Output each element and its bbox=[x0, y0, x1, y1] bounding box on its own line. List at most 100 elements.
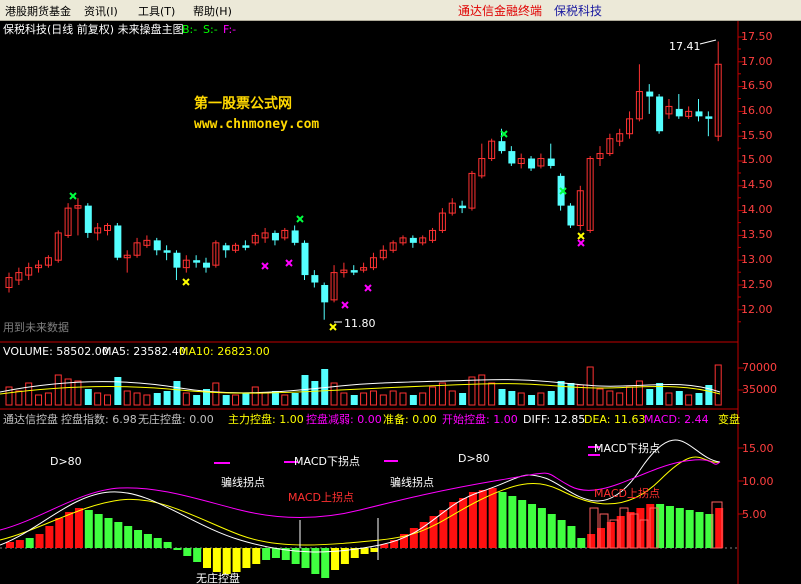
watermark-site-url: www.chnmoney.com bbox=[194, 117, 320, 132]
annotation-d80: D>80 bbox=[50, 455, 82, 468]
indicator-tick: 15.00 bbox=[742, 442, 774, 455]
volume-bar bbox=[557, 381, 565, 405]
macd-bar bbox=[271, 548, 280, 558]
macd-bar bbox=[203, 548, 211, 568]
volume-bar bbox=[606, 390, 614, 406]
macd-bar bbox=[35, 534, 44, 548]
volume-bar bbox=[232, 394, 240, 406]
volume-bar bbox=[35, 394, 43, 406]
candle-body bbox=[350, 270, 358, 273]
candle-body bbox=[153, 240, 161, 251]
macd-bar bbox=[429, 516, 438, 548]
volume-bar bbox=[448, 390, 456, 406]
indicator-tick: 5.00 bbox=[742, 508, 767, 521]
green-cross-marker bbox=[296, 215, 304, 223]
watermark-site-name: 第一股票公式网 bbox=[194, 96, 292, 112]
macd-bar bbox=[262, 548, 271, 560]
volume-bar bbox=[517, 392, 525, 406]
candle-body bbox=[203, 262, 210, 268]
macd-bar bbox=[74, 508, 83, 548]
macd-bar bbox=[547, 514, 556, 548]
macd-bar bbox=[163, 542, 172, 548]
volume-bar bbox=[626, 386, 634, 406]
volume-bar bbox=[616, 392, 624, 406]
macd-bar bbox=[143, 534, 152, 548]
candle-body bbox=[301, 242, 309, 276]
volume-bar bbox=[596, 388, 604, 406]
macd-bar bbox=[518, 500, 527, 548]
macd-bar bbox=[321, 548, 330, 578]
volume-bar bbox=[537, 392, 545, 406]
volume-bar bbox=[646, 389, 654, 405]
price-tick: 17.50 bbox=[741, 30, 773, 43]
indicator-macd: MACD: 2.44 bbox=[644, 413, 709, 426]
volume-bar bbox=[635, 380, 643, 406]
volume-bar bbox=[281, 394, 289, 406]
annotation-false-turn: 骗线拐点 bbox=[390, 476, 434, 489]
volume-label: VOLUME: 58502.00 bbox=[3, 345, 109, 358]
annotation-d80: D>80 bbox=[458, 452, 490, 465]
candle-body bbox=[498, 141, 506, 152]
candle-body bbox=[311, 275, 319, 283]
macd-bar bbox=[124, 526, 133, 548]
volume-bar bbox=[498, 389, 506, 405]
macd-bar bbox=[25, 538, 34, 548]
indicator-main-control: 主力控盘: 1.00 bbox=[228, 413, 304, 426]
price-tick: 15.00 bbox=[741, 153, 773, 166]
candle-body bbox=[695, 111, 703, 117]
price-tick: 13.50 bbox=[741, 228, 773, 241]
macd-bar bbox=[84, 510, 93, 548]
candle-body bbox=[242, 245, 250, 248]
volume-bar bbox=[261, 392, 269, 406]
macd-bar bbox=[232, 548, 241, 572]
yellow-cross-marker bbox=[182, 278, 190, 286]
candle-body bbox=[646, 91, 654, 97]
volume-bar bbox=[379, 394, 387, 406]
volume-bar bbox=[44, 392, 52, 406]
macd-bar bbox=[360, 548, 369, 554]
candle-body bbox=[193, 260, 201, 263]
macd-bar bbox=[183, 548, 192, 556]
macd-bar bbox=[193, 548, 202, 562]
price-tick: 13.00 bbox=[741, 253, 773, 266]
annotation-macd-up: MACD上拐点 bbox=[288, 491, 354, 504]
macd-bar bbox=[45, 526, 54, 548]
volume-ma10-line bbox=[0, 383, 721, 395]
volume-bar bbox=[409, 395, 417, 405]
volume-bar bbox=[459, 393, 467, 405]
volume-bar bbox=[94, 392, 102, 406]
indicator-diff: DIFF: 12.85 bbox=[523, 413, 586, 426]
volume-bar bbox=[399, 392, 407, 406]
macd-bar bbox=[468, 492, 477, 548]
volume-bar bbox=[528, 395, 536, 405]
indicator-dea: DEA: 11.63 bbox=[584, 413, 646, 426]
macd-bar bbox=[65, 512, 74, 548]
magenta-cross-marker bbox=[364, 284, 372, 292]
candle-body bbox=[291, 230, 299, 243]
price-tick: 14.50 bbox=[741, 178, 773, 191]
volume-bar bbox=[429, 386, 437, 406]
volume-bar bbox=[685, 394, 693, 406]
volume-bar bbox=[438, 382, 446, 406]
macd-bar bbox=[212, 548, 221, 572]
macd-bar bbox=[173, 548, 182, 550]
volume-bar bbox=[114, 377, 122, 405]
candle-body bbox=[271, 232, 279, 241]
volume-ma10-label: MA10: 26823.00 bbox=[179, 345, 270, 358]
volume-bar bbox=[311, 381, 319, 405]
macd-bar bbox=[6, 542, 14, 548]
magenta-cross-marker bbox=[261, 262, 269, 270]
macd-bar bbox=[301, 548, 310, 568]
macd-bar bbox=[665, 506, 674, 548]
macd-bar bbox=[537, 508, 546, 548]
volume-bar bbox=[163, 391, 171, 405]
volume-tick: 35000 bbox=[742, 383, 777, 396]
macd-bar bbox=[104, 518, 113, 548]
volume-bar bbox=[547, 391, 555, 405]
volume-bar bbox=[193, 395, 201, 405]
yellow-cross-marker bbox=[577, 232, 585, 240]
volume-bar bbox=[173, 381, 181, 405]
candle-body bbox=[173, 252, 181, 268]
macd-bar bbox=[685, 510, 694, 548]
volume-bar bbox=[74, 380, 82, 406]
